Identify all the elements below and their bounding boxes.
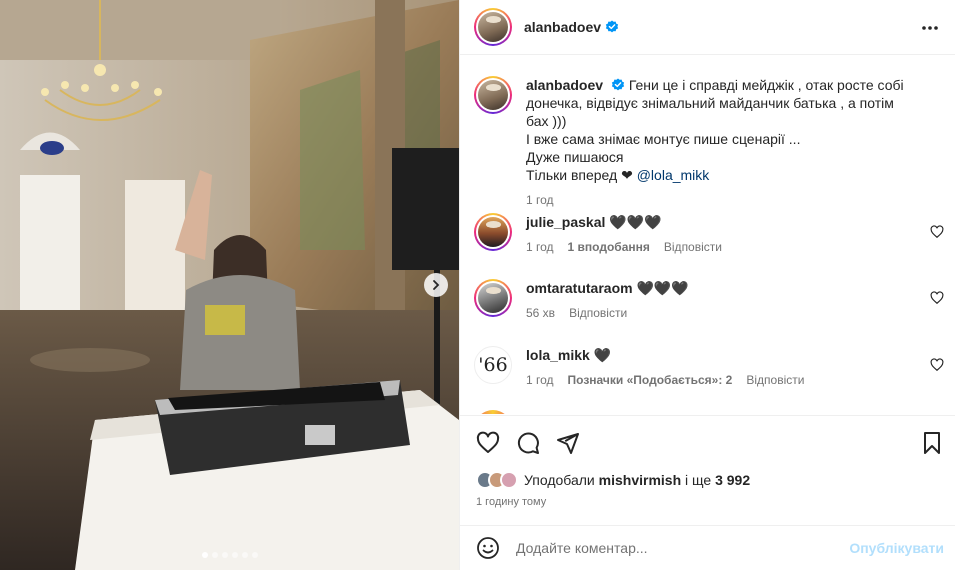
carousel-dot[interactable] [231,552,238,558]
commenter-avatar[interactable] [474,279,512,317]
comment-icon[interactable] [516,431,540,455]
carousel-dot[interactable] [241,552,248,558]
carousel-dot[interactable] [211,552,218,558]
caption-line: донечка, відвідує знімальний майданчик б… [526,95,894,129]
heart-icon[interactable] [930,225,944,239]
post-side-panel: alanbadoev alanbadoev Гени це і справді … [459,0,955,570]
comment-likes-link[interactable]: 1 вподобання [568,240,650,254]
publish-comment-button[interactable]: Опублікувати [849,540,944,556]
post-actions: Уподобали mishvirmish і ще 3 992 1 годин… [460,415,955,525]
comment-time[interactable]: 56 хв [526,306,555,320]
author-avatar[interactable] [474,8,512,46]
comment-text: 🖤 [593,347,612,363]
commenter-username[interactable]: julie_paskal [526,214,605,230]
carousel-dot[interactable] [201,552,208,558]
liker-avatar[interactable] [500,471,518,489]
carousel-dot[interactable] [221,552,228,558]
commenter-avatar[interactable]: '66 [474,346,512,384]
caption-line: Дуже пишаюся [526,149,624,165]
more-horizontal-icon[interactable] [920,18,940,38]
caption-avatar[interactable] [474,76,512,114]
commenter-username[interactable]: omtaratutaraom [526,280,633,296]
caption-mention-link[interactable]: @lola_mikk [637,167,710,183]
comment-text: 🖤🖤🖤 [609,214,662,230]
likes-prefix: Уподобали [524,472,595,488]
caption-text: alanbadoev Гени це і справді мейджік , о… [526,76,914,184]
share-icon[interactable] [556,431,580,455]
comment-time[interactable]: 1 год [526,373,554,387]
avatar-text: '66 [478,354,508,376]
comment-input[interactable] [516,540,836,556]
post-header: alanbadoev [460,0,955,55]
next-photo-button[interactable] [424,273,448,297]
instagram-post: alanbadoev alanbadoev Гени це і справді … [0,0,955,570]
comment-likes-link[interactable]: Позначки «Подобається»: 2 [568,373,733,387]
verified-badge-icon [605,20,619,34]
commenter-avatar[interactable] [474,410,512,414]
comment-time[interactable]: 1 год [526,240,554,254]
likes-summary: Уподобали mishvirmish і ще 3 992 [476,471,750,489]
caption-line: Гени це і справді мейджік , отак росте с… [628,77,904,93]
post-photo[interactable] [0,0,459,570]
liker-username-link[interactable]: mishvirmish [599,472,681,488]
bookmark-icon[interactable] [920,431,944,455]
reply-button[interactable]: Відповісти [569,306,627,320]
commenter-username[interactable]: lola_mikk [526,347,590,363]
heart-icon[interactable] [476,431,500,455]
comment-text: 🖤🖤🖤 [636,280,689,296]
caption-username[interactable]: alanbadoev [526,77,603,93]
caption-line: Тільки вперед ❤ [526,167,633,183]
heart-icon[interactable] [930,291,944,305]
verified-badge-icon [611,78,625,92]
caption-line: І вже сама знімає монтує пише сценарії .… [526,131,801,147]
comments-scroll-area[interactable]: alanbadoev Гени це і справді мейджік , о… [460,56,955,414]
likes-count-link[interactable]: 3 992 [715,472,750,488]
caption-time[interactable]: 1 год [526,193,554,207]
add-comment-bar: Опублікувати [460,525,955,570]
reply-button[interactable]: Відповісти [746,373,804,387]
chevron-right-icon [433,280,440,290]
heart-icon[interactable] [930,358,944,372]
reply-button[interactable]: Відповісти [664,240,722,254]
carousel-dot[interactable] [251,552,258,558]
author-username[interactable]: alanbadoev [524,19,601,35]
likes-middle: і ще [685,472,712,488]
post-time-ago[interactable]: 1 годину тому [476,496,546,508]
emoji-icon[interactable] [476,536,500,560]
commenter-avatar[interactable] [474,213,512,251]
carousel-dots [0,552,459,558]
photo-scene [0,0,459,570]
